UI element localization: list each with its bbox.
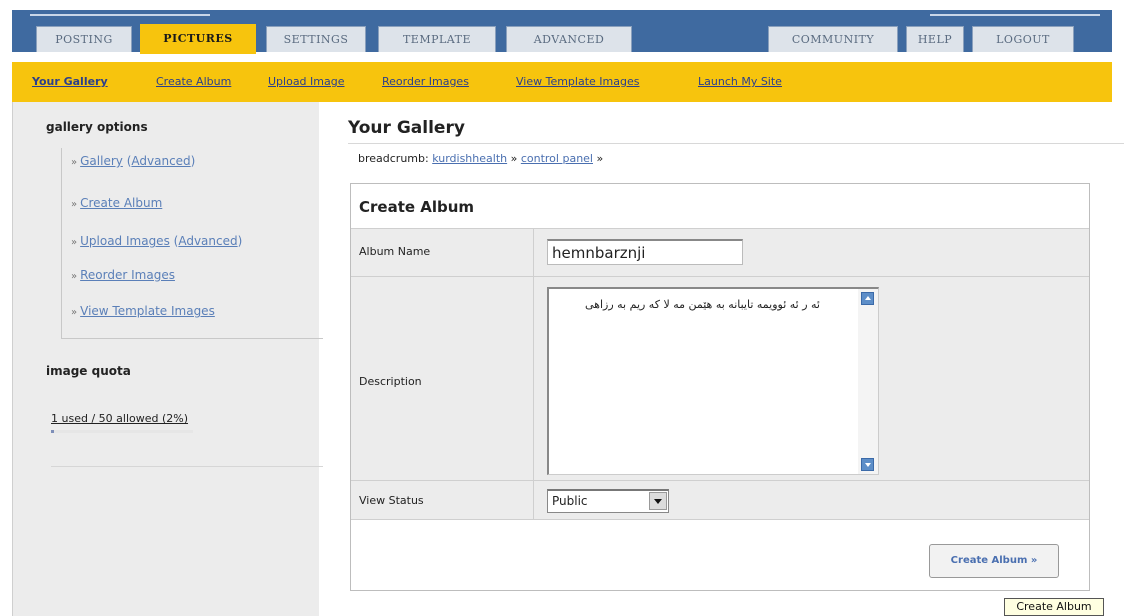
- description-text: ئه ر ئه ئوویمه تایبانه به هێمن مه لا که …: [585, 298, 820, 311]
- create-album-button[interactable]: Create Album »: [929, 544, 1059, 578]
- breadcrumb-separator: »: [596, 152, 604, 165]
- view-status-row: View Status Public: [351, 480, 1089, 520]
- breadcrumb-link-kurdishhealth[interactable]: kurdishhealth: [432, 152, 507, 165]
- upload-advanced-link[interactable]: Advanced: [178, 234, 237, 248]
- nav-highlight-line: [930, 14, 1100, 16]
- bullet-icon: »: [71, 199, 78, 210]
- gallery-options-heading: gallery options: [46, 120, 148, 134]
- sidebar-item-reorder-images: » Reorder Images: [71, 268, 175, 282]
- quota-text: 1 used / 50 allowed (2%): [51, 412, 189, 425]
- sub-navigation: Your Gallery Create Album Upload Image R…: [12, 62, 1112, 102]
- breadcrumb: breadcrumb: kurdishhealth » control pane…: [358, 152, 603, 165]
- view-status-value: Public: [552, 494, 588, 508]
- tab-posting[interactable]: POSTING: [36, 26, 132, 52]
- tab-pictures[interactable]: PICTURES: [140, 24, 256, 54]
- page-title: Your Gallery: [348, 118, 465, 138]
- scroll-up-icon[interactable]: [861, 292, 874, 305]
- image-quota-heading: image quota: [46, 364, 131, 378]
- sidebar: gallery options » Gallery (Advanced) » Cre…: [12, 102, 323, 616]
- title-divider: [348, 143, 1124, 144]
- view-template-images-link[interactable]: View Template Images: [80, 304, 215, 318]
- nav-highlight-line: [30, 14, 210, 16]
- tab-template[interactable]: TEMPLATE: [378, 26, 496, 52]
- gallery-link[interactable]: Gallery: [80, 154, 123, 168]
- subnav-upload-image[interactable]: Upload Image: [268, 75, 345, 88]
- chevron-down-icon[interactable]: [649, 492, 667, 510]
- subnav-create-album[interactable]: Create Album: [156, 75, 231, 88]
- create-album-link[interactable]: Create Album: [80, 196, 162, 210]
- tab-community[interactable]: COMMUNITY: [768, 26, 898, 52]
- breadcrumb-prefix: breadcrumb:: [358, 152, 429, 165]
- form-title: Create Album: [359, 198, 475, 216]
- sidebar-item-gallery: » Gallery (Advanced): [71, 154, 196, 168]
- quota-progress-bar: [51, 430, 193, 433]
- album-name-label: Album Name: [359, 245, 431, 258]
- sidebar-item-create-album: » Create Album: [71, 196, 162, 210]
- tab-help[interactable]: HELP: [906, 26, 964, 52]
- column-divider: [533, 481, 534, 519]
- upload-images-link[interactable]: Upload Images: [80, 234, 170, 248]
- tooltip: Create Album: [1004, 598, 1104, 616]
- options-divider: [61, 148, 62, 338]
- reorder-images-link[interactable]: Reorder Images: [80, 268, 175, 282]
- breadcrumb-separator: »: [510, 152, 518, 165]
- tab-logout[interactable]: LOGOUT: [972, 26, 1074, 52]
- description-textarea[interactable]: ئه ر ئه ئوویمه تایبانه به هێمن مه لا که …: [547, 287, 879, 475]
- view-status-select[interactable]: Public: [547, 489, 669, 513]
- bullet-icon: »: [71, 157, 78, 168]
- tab-advanced[interactable]: ADVANCED: [506, 26, 632, 52]
- album-name-row: Album Name: [351, 228, 1089, 276]
- tab-settings[interactable]: SETTINGS: [266, 26, 366, 52]
- column-divider: [533, 277, 534, 480]
- bullet-icon: »: [71, 307, 78, 318]
- subnav-your-gallery[interactable]: Your Gallery: [32, 75, 108, 88]
- scroll-down-icon[interactable]: [861, 458, 874, 471]
- sidebar-item-upload-images: » Upload Images (Advanced): [71, 234, 243, 248]
- quota-divider: [51, 466, 323, 467]
- description-row: Description ئه ر ئه ئوویمه تایبانه به هێ…: [351, 276, 1089, 480]
- options-divider: [61, 338, 323, 339]
- breadcrumb-link-control-panel[interactable]: control panel: [521, 152, 593, 165]
- bullet-icon: »: [71, 237, 78, 248]
- view-status-label: View Status: [359, 494, 424, 507]
- sidebar-item-view-template-images: » View Template Images: [71, 304, 215, 318]
- textarea-scrollbar[interactable]: [858, 289, 878, 474]
- subnav-view-template-images[interactable]: View Template Images: [516, 75, 639, 88]
- subnav-launch-my-site[interactable]: Launch My Site: [698, 75, 782, 88]
- album-name-input[interactable]: [547, 239, 743, 265]
- column-divider: [533, 229, 534, 276]
- bullet-icon: »: [71, 271, 78, 282]
- top-navigation: POSTING PICTURES SETTINGS TEMPLATE ADVAN…: [0, 0, 1124, 62]
- gallery-advanced-link[interactable]: Advanced: [131, 154, 190, 168]
- create-album-form: Create Album Album Name Description ئه ر…: [350, 183, 1090, 591]
- quota-progress-fill: [51, 430, 54, 433]
- subnav-reorder-images[interactable]: Reorder Images: [382, 75, 469, 88]
- description-label: Description: [359, 375, 422, 388]
